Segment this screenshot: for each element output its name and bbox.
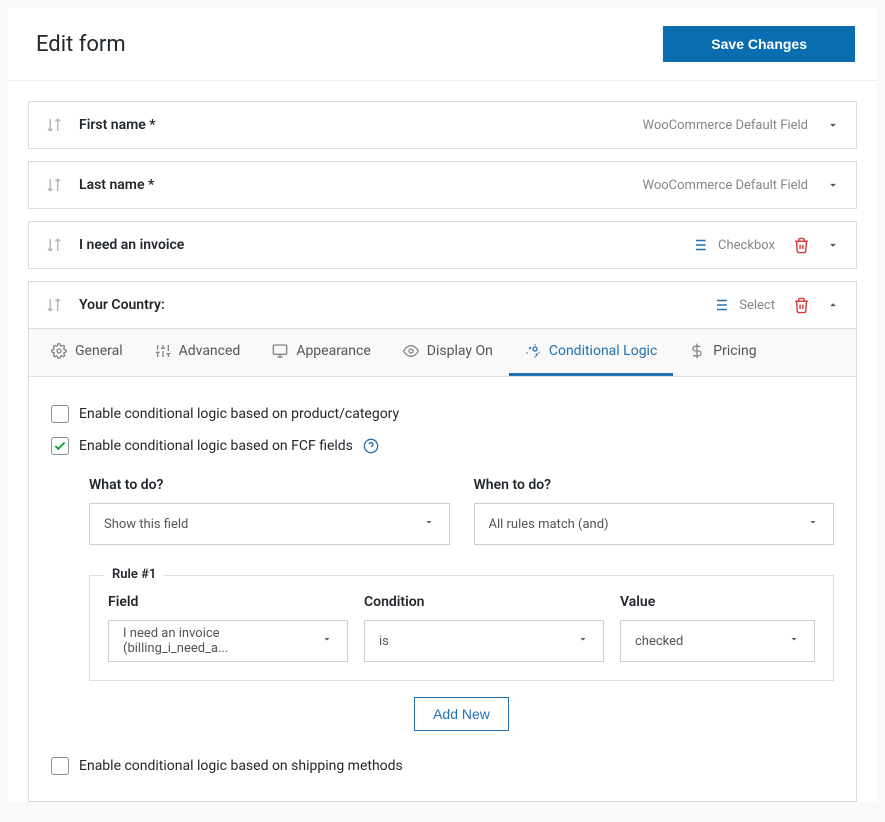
select-value: I need an invoice (billing_i_need_a...: [123, 626, 311, 656]
chevron-down-icon: [577, 633, 589, 649]
rule-group: Rule #1 Field I need an invoice (billing…: [89, 575, 834, 681]
tab-display-on[interactable]: Display On: [387, 329, 509, 376]
chevron-down-icon: [423, 516, 435, 532]
edit-form-panel: Edit form Save Changes First name * WooC…: [8, 8, 877, 802]
field-body: General Advanced Appearance Display On: [29, 328, 856, 801]
tab-label: Conditional Logic: [549, 343, 657, 359]
select-value: Show this field: [104, 517, 188, 532]
drag-handle-icon[interactable]: [45, 116, 63, 134]
what-to-do-select[interactable]: Show this field: [89, 503, 450, 545]
tab-content: Enable conditional logic based on produc…: [29, 377, 856, 801]
help-icon[interactable]: [363, 438, 379, 454]
enable-product-checkbox-row[interactable]: Enable conditional logic based on produc…: [51, 397, 834, 429]
magic-icon: [525, 343, 541, 359]
gear-icon: [51, 343, 67, 359]
trash-icon[interactable]: [793, 237, 810, 254]
chevron-down-icon: [807, 516, 819, 532]
field-header[interactable]: I need an invoice Checkbox: [29, 222, 856, 268]
chevron-down-icon: [788, 633, 800, 649]
field-label: Your Country:: [79, 297, 711, 313]
rule-condition-select[interactable]: is: [364, 620, 604, 662]
chevron-down-icon[interactable]: [826, 118, 840, 132]
field-type-text: WooCommerce Default Field: [643, 118, 809, 133]
rule-value-select[interactable]: checked: [620, 620, 815, 662]
field-label: First name *: [79, 117, 643, 133]
list-icon: [711, 296, 729, 314]
enable-fcf-checkbox-row[interactable]: Enable conditional logic based on FCF fi…: [51, 429, 834, 461]
checkbox-label: Enable conditional logic based on shippi…: [79, 758, 403, 774]
checkbox-label: Enable conditional logic based on FCF fi…: [79, 438, 353, 454]
field-header[interactable]: Last name * WooCommerce Default Field: [29, 162, 856, 208]
tab-label: Pricing: [713, 343, 756, 359]
checkbox-unchecked[interactable]: [51, 757, 69, 775]
field-row: I need an invoice Checkbox: [28, 221, 857, 269]
checkbox-label: Enable conditional logic based on produc…: [79, 406, 399, 422]
tab-label: Display On: [427, 343, 493, 359]
field-type-text: WooCommerce Default Field: [643, 178, 809, 193]
fcf-logic-section: What to do? Show this field When to do? …: [51, 461, 834, 731]
field-header[interactable]: First name * WooCommerce Default Field: [29, 102, 856, 148]
chevron-down-icon[interactable]: [826, 178, 840, 192]
select-value: checked: [635, 634, 683, 649]
field-type-text: Checkbox: [718, 238, 775, 253]
drag-handle-icon[interactable]: [45, 176, 63, 194]
monitor-icon: [272, 343, 288, 359]
fields-list: First name * WooCommerce Default Field L…: [8, 81, 877, 802]
what-to-do-label: What to do?: [89, 477, 450, 493]
field-label: I need an invoice: [79, 237, 690, 253]
chevron-down-icon[interactable]: [826, 238, 840, 252]
list-icon: [690, 236, 708, 254]
when-to-do-label: When to do?: [474, 477, 835, 493]
field-type-text: Select: [739, 298, 775, 313]
trash-icon[interactable]: [793, 297, 810, 314]
tab-label: Advanced: [179, 343, 241, 359]
sliders-icon: [155, 343, 171, 359]
tab-conditional-logic[interactable]: Conditional Logic: [509, 329, 673, 376]
drag-handle-icon[interactable]: [45, 296, 63, 314]
tab-appearance[interactable]: Appearance: [256, 329, 386, 376]
field-row: First name * WooCommerce Default Field: [28, 101, 857, 149]
settings-tabs: General Advanced Appearance Display On: [29, 329, 856, 377]
eye-icon: [403, 343, 419, 359]
page-title: Edit form: [36, 32, 126, 57]
checkbox-checked[interactable]: [51, 437, 69, 455]
field-row: Your Country: Select General: [28, 281, 857, 802]
field-label: Last name *: [79, 177, 643, 193]
enable-shipping-checkbox-row[interactable]: Enable conditional logic based on shippi…: [51, 731, 834, 781]
tab-general[interactable]: General: [35, 329, 139, 376]
rule-condition-label: Condition: [364, 594, 604, 610]
tab-label: Appearance: [296, 343, 370, 359]
dollar-icon: [689, 343, 705, 359]
checkbox-unchecked[interactable]: [51, 405, 69, 423]
when-to-do-select[interactable]: All rules match (and): [474, 503, 835, 545]
rule-field-label: Field: [108, 594, 348, 610]
tab-pricing[interactable]: Pricing: [673, 329, 772, 376]
select-value: is: [379, 634, 389, 649]
tab-label: General: [75, 343, 123, 359]
panel-header: Edit form Save Changes: [8, 8, 877, 81]
tab-advanced[interactable]: Advanced: [139, 329, 257, 376]
rule-value-label: Value: [620, 594, 815, 610]
chevron-up-icon[interactable]: [826, 298, 840, 312]
select-value: All rules match (and): [489, 517, 609, 532]
rule-title: Rule #1: [104, 567, 164, 582]
chevron-down-icon: [321, 633, 333, 649]
save-changes-button[interactable]: Save Changes: [663, 26, 855, 62]
add-new-button[interactable]: Add New: [414, 697, 509, 731]
field-header[interactable]: Your Country: Select: [29, 282, 856, 328]
field-row: Last name * WooCommerce Default Field: [28, 161, 857, 209]
rule-field-select[interactable]: I need an invoice (billing_i_need_a...: [108, 620, 348, 662]
drag-handle-icon[interactable]: [45, 236, 63, 254]
